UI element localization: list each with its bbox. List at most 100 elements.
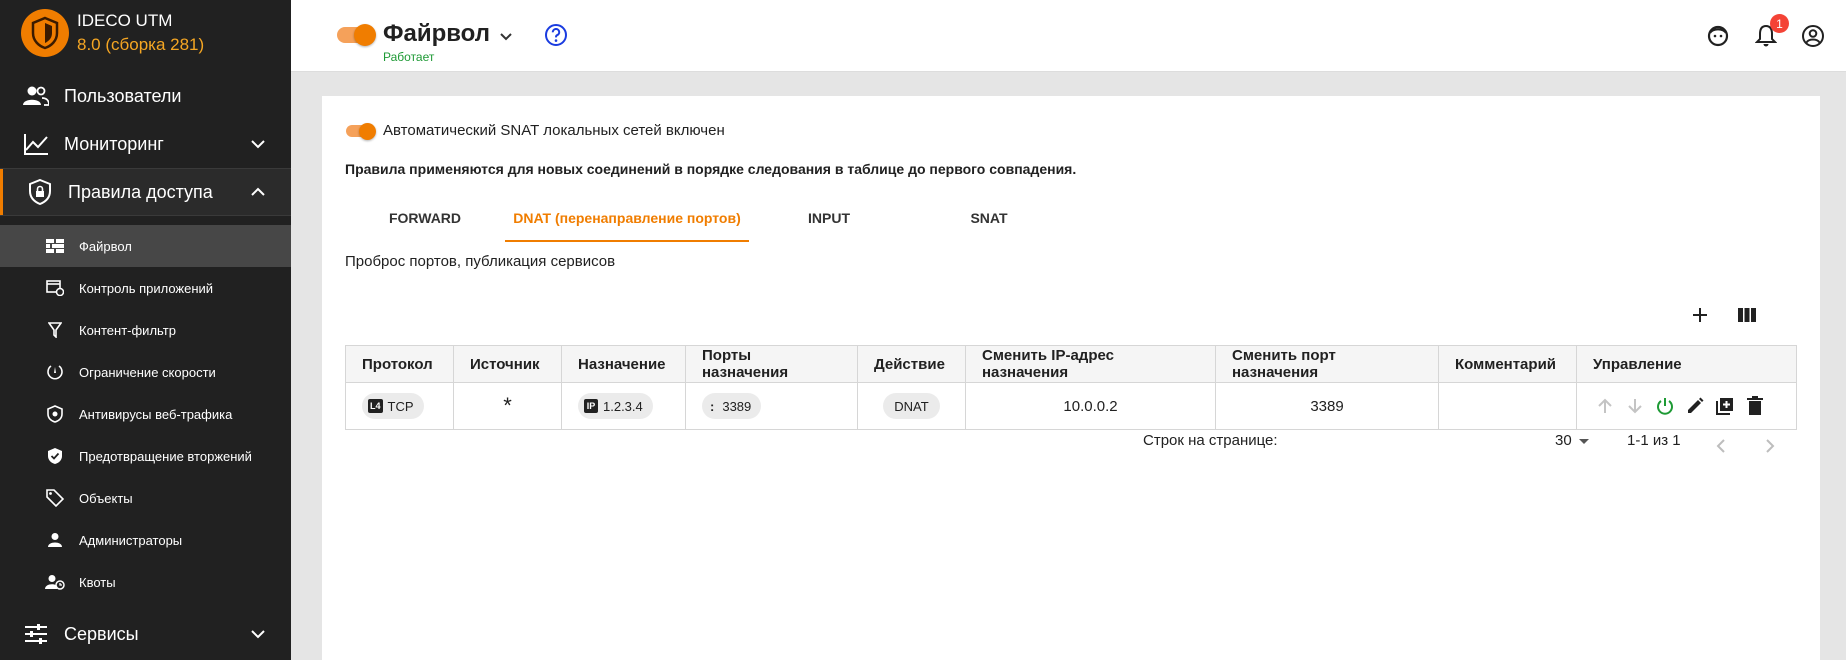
port-tag: : (710, 398, 715, 414)
add-rule-button[interactable] (1686, 301, 1714, 329)
column-header[interactable]: Источник (453, 345, 562, 383)
tab-input[interactable]: INPUT (749, 200, 909, 242)
destination-value: 1.2.3.4 (603, 398, 643, 414)
tab-dnat[interactable]: DNAT (перенаправление портов) (505, 200, 749, 242)
sidebar-subitem-label: Квоты (79, 574, 116, 590)
rule-order-note: Правила применяются для новых соединений… (345, 161, 1077, 177)
sidebar-item-access-rules[interactable]: Правила доступа (0, 168, 291, 216)
chevron-up-icon (251, 187, 265, 196)
sidebar-item-label: Правила доступа (68, 181, 213, 202)
change-port-cell: 3389 (1215, 382, 1439, 430)
sidebar-subitem-label: Ограничение скорости (79, 364, 216, 380)
account-icon[interactable] (1799, 22, 1827, 50)
tag-icon (45, 488, 65, 508)
support-icon[interactable] (1704, 22, 1732, 50)
app-control-icon (45, 278, 65, 298)
action-chip: DNAT (883, 393, 940, 419)
top-bar: Файрвол Работает 1 (291, 0, 1846, 72)
speed-limit-icon (45, 362, 65, 382)
service-status: Работает (383, 50, 435, 64)
table-row[interactable]: L4 TCP * IP 1.2.3.4 :3389 DNAT 10.0.0.2 33… (345, 382, 1797, 430)
columns-icon[interactable] (1733, 301, 1761, 329)
notifications-badge: 1 (1770, 14, 1789, 33)
sidebar-subitem-content-filter[interactable]: Контент-фильтр (0, 309, 291, 351)
ports-cell: :3389 (685, 382, 858, 430)
next-page-icon[interactable] (1759, 436, 1779, 456)
action-cell: DNAT (857, 382, 966, 430)
edit-icon[interactable] (1683, 394, 1707, 418)
prev-page-icon[interactable] (1712, 436, 1732, 456)
brand: IDECO UTM 8.0 (сборка 281) (0, 0, 291, 68)
column-header[interactable]: Действие (857, 345, 966, 383)
tab-snat[interactable]: SNAT (909, 200, 1069, 242)
sidebar-subitem-label: Предотвращение вторжений (79, 448, 252, 464)
chevron-down-icon (251, 630, 265, 639)
dropdown-arrow-icon (1578, 438, 1589, 444)
column-header[interactable]: Комментарий (1438, 345, 1577, 383)
users-icon (22, 82, 50, 110)
antivirus-icon (45, 404, 65, 424)
sidebar-subitem-quotas[interactable]: Квоты (0, 561, 291, 603)
rows-per-page-value: 30 (1555, 432, 1572, 449)
column-header[interactable]: Протокол (345, 345, 454, 383)
column-header[interactable]: Сменить порт назначения (1215, 345, 1439, 383)
column-header: Управление (1576, 345, 1797, 383)
auto-snat-toggle[interactable] (346, 122, 376, 140)
sidebar-subitem-label: Контроль приложений (79, 280, 214, 296)
sidebar-subitem-ips[interactable]: Предотвращение вторжений (0, 435, 291, 477)
quota-icon (45, 572, 65, 592)
chevron-down-icon (251, 140, 265, 149)
firewall-icon (45, 236, 65, 256)
sidebar-subitem-label: Контент-фильтр (79, 322, 176, 338)
column-header[interactable]: Сменить IP-адрес назначения (965, 345, 1216, 383)
protocol-value: TCP (387, 398, 414, 414)
power-icon[interactable] (1653, 394, 1677, 418)
controls-cell (1576, 382, 1797, 430)
sidebar-subitem-speed-limit[interactable]: Ограничение скорости (0, 351, 291, 393)
sidebar-subitem-objects[interactable]: Объекты (0, 477, 291, 519)
sidebar-item-services[interactable]: Сервисы (0, 610, 291, 658)
column-header[interactable]: Назначение (561, 345, 686, 383)
change-ip-cell: 10.0.0.2 (965, 382, 1216, 430)
tab-forward[interactable]: FORWARD (345, 200, 505, 242)
destination-cell: IP 1.2.3.4 (561, 382, 686, 430)
ips-icon (45, 446, 65, 466)
help-icon[interactable] (543, 22, 569, 48)
chart-line-icon (22, 130, 50, 158)
sidebar-item-label: Сервисы (64, 623, 139, 644)
tab-description: Проброс портов, публикация сервисов (345, 253, 616, 270)
notifications-bell-icon[interactable]: 1 (1752, 14, 1789, 50)
delete-icon[interactable] (1743, 394, 1767, 418)
duplicate-icon[interactable] (1713, 394, 1737, 418)
sidebar-item-label: Мониторинг (64, 133, 164, 154)
column-header[interactable]: Порты назначения (685, 345, 858, 383)
chevron-down-icon[interactable] (496, 26, 516, 46)
l4-tag: L4 (368, 399, 383, 413)
source-cell: * (453, 382, 562, 430)
brand-name: IDECO UTM (77, 11, 173, 30)
move-up-icon[interactable] (1593, 394, 1617, 418)
filter-icon (45, 320, 65, 340)
sidebar-subitem-antivirus[interactable]: Антивирусы веб-трафика (0, 393, 291, 435)
shield-lock-icon (26, 178, 54, 206)
sidebar-item-label: Пользователи (64, 85, 182, 106)
rows-per-page-label: Строк на странице: (1143, 432, 1278, 449)
ports-value: 3389 (722, 398, 752, 414)
brand-version: 8.0 (сборка 281) (77, 35, 205, 54)
move-down-icon[interactable] (1623, 394, 1647, 418)
firewall-toggle[interactable] (337, 24, 376, 46)
sidebar-item-users[interactable]: Пользователи (0, 72, 291, 120)
sidebar-subitem-firewall[interactable]: Файрвол (0, 225, 291, 267)
ports-chip: :3389 (702, 393, 762, 419)
table-header-row: Протокол Источник Назначение Порты назна… (345, 345, 1797, 383)
sidebar-item-monitoring[interactable]: Мониторинг (0, 120, 291, 168)
sidebar-subitem-admins[interactable]: Администраторы (0, 519, 291, 561)
sidebar-subitem-label: Администраторы (79, 532, 183, 548)
protocol-chip: L4 TCP (362, 393, 424, 419)
sidebar-subitem-app-control[interactable]: Контроль приложений (0, 267, 291, 309)
destination-chip: IP 1.2.3.4 (578, 393, 653, 419)
auto-snat-row: Автоматический SNAT локальных сетей вклю… (346, 122, 725, 140)
rows-per-page-select[interactable]: 30 (1555, 432, 1590, 449)
sidebar-subitem-label: Объекты (79, 490, 133, 506)
rules-table: Протокол Источник Назначение Порты назна… (345, 345, 1797, 430)
